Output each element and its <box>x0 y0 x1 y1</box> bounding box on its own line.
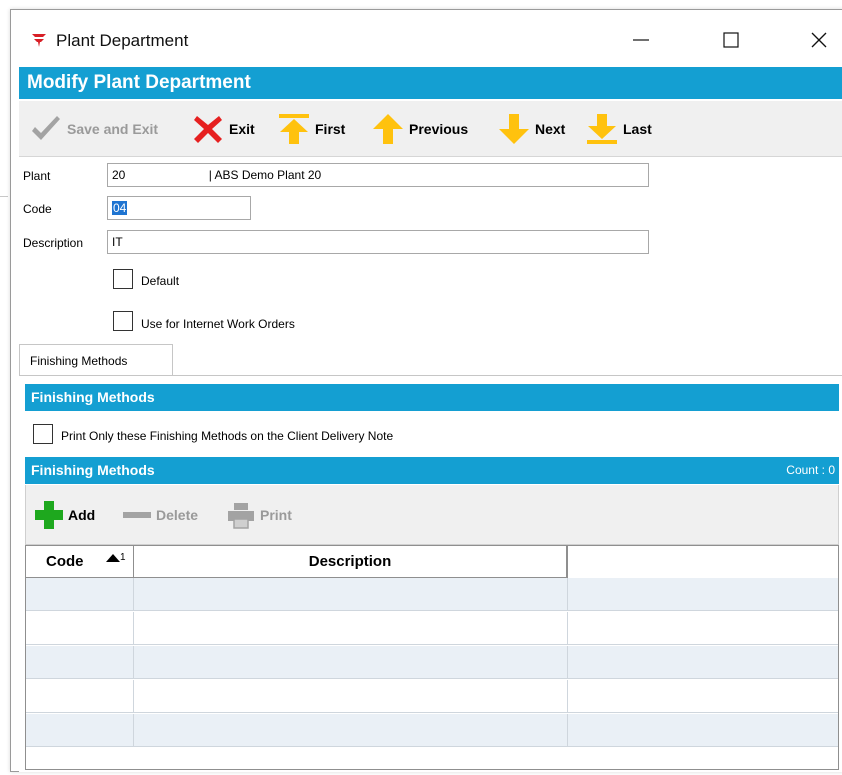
section-title: Finishing Methods <box>31 389 155 405</box>
previous-label: Previous <box>409 121 469 137</box>
minus-icon <box>123 512 151 518</box>
record-count: Count : 0 <box>786 463 835 477</box>
app-logo-icon <box>32 34 46 47</box>
close-button[interactable] <box>796 24 842 56</box>
save-and-exit-label: Save and Exit <box>67 121 159 137</box>
exit-button[interactable]: Exit <box>191 111 255 147</box>
code-value: 04 <box>112 201 128 215</box>
arrow-last-icon <box>587 114 617 144</box>
exit-label: Exit <box>229 121 255 137</box>
add-label: Add <box>68 507 96 523</box>
close-icon <box>811 32 827 48</box>
default-label: Default <box>141 274 180 288</box>
default-checkbox[interactable] <box>113 269 133 289</box>
background-divider <box>0 196 8 197</box>
last-button[interactable]: Last <box>585 111 652 147</box>
title-bar: Plant Department <box>11 10 842 66</box>
arrow-first-icon <box>279 114 309 144</box>
code-field[interactable]: 04 <box>107 196 251 220</box>
form-title: Modify Plant Department <box>19 67 842 99</box>
maximize-button[interactable] <box>708 24 754 56</box>
main-toolbar: Save and Exit Exit First Previous Next L… <box>19 101 842 157</box>
arrow-up-icon <box>373 114 403 144</box>
grid-header-row: Code 1 Description <box>26 546 838 578</box>
column-description-label: Description <box>308 553 392 570</box>
table-cell <box>26 714 134 747</box>
column-header-code[interactable]: Code 1 <box>26 546 134 578</box>
table-row[interactable] <box>26 578 838 611</box>
print-label: Print <box>260 507 292 523</box>
table-cell <box>26 646 134 679</box>
checkmark-icon <box>32 116 60 140</box>
print-button[interactable]: Print <box>226 499 292 531</box>
tab-finishing-methods[interactable]: Finishing Methods <box>19 344 173 376</box>
plus-icon <box>35 501 63 529</box>
table-cell <box>134 578 568 611</box>
description-field[interactable]: IT <box>107 230 649 254</box>
finishing-methods-grid-header: Finishing Methods Count : 0 <box>25 457 839 484</box>
arrow-down-icon <box>499 114 529 144</box>
first-label: First <box>315 121 346 137</box>
grid-title: Finishing Methods <box>31 462 155 478</box>
add-button[interactable]: Add <box>34 499 95 531</box>
delete-button[interactable]: Delete <box>122 499 198 531</box>
internet-work-orders-checkbox[interactable] <box>113 311 133 331</box>
table-row[interactable] <box>26 714 838 747</box>
plant-field[interactable]: 20 | ABS Demo Plant 20 <box>107 163 649 187</box>
next-button[interactable]: Next <box>497 111 565 147</box>
plant-label: Plant <box>23 169 51 183</box>
table-row[interactable] <box>26 612 838 645</box>
column-header-description[interactable]: Description <box>134 546 568 578</box>
table-cell <box>26 578 134 611</box>
exit-x-icon <box>194 116 222 143</box>
previous-button[interactable]: Previous <box>371 111 468 147</box>
table-row[interactable] <box>26 646 838 679</box>
table-cell <box>134 714 568 747</box>
first-button[interactable]: First <box>277 111 345 147</box>
code-label: Code <box>23 202 52 216</box>
minimize-icon <box>633 39 649 41</box>
table-cell <box>134 646 568 679</box>
description-label: Description <box>23 236 84 250</box>
table-cell <box>26 612 134 645</box>
last-label: Last <box>623 121 652 137</box>
finishing-methods-grid: Code 1 Description <box>25 545 839 770</box>
sort-order-number: 1 <box>120 552 126 563</box>
print-only-label: Print Only these Finishing Methods on th… <box>61 429 394 443</box>
plant-department-window: Plant Department Modify Plant Department… <box>10 9 842 772</box>
next-label: Next <box>535 121 566 137</box>
table-row[interactable] <box>26 680 838 713</box>
save-and-exit-button[interactable]: Save and Exit <box>29 111 158 147</box>
grid-toolbar: Add Delete Print <box>25 485 839 545</box>
window-title: Plant Department <box>56 31 189 50</box>
finishing-methods-section-header: Finishing Methods <box>25 384 839 411</box>
column-code-label: Code <box>46 553 84 570</box>
table-cell <box>26 680 134 713</box>
maximize-icon <box>723 32 739 48</box>
printer-icon <box>228 503 254 529</box>
minimize-button[interactable] <box>618 24 664 56</box>
delete-label: Delete <box>156 507 199 523</box>
table-cell <box>134 612 568 645</box>
print-only-checkbox[interactable] <box>33 424 53 444</box>
internet-work-orders-label: Use for Internet Work Orders <box>141 317 295 331</box>
table-cell <box>134 680 568 713</box>
